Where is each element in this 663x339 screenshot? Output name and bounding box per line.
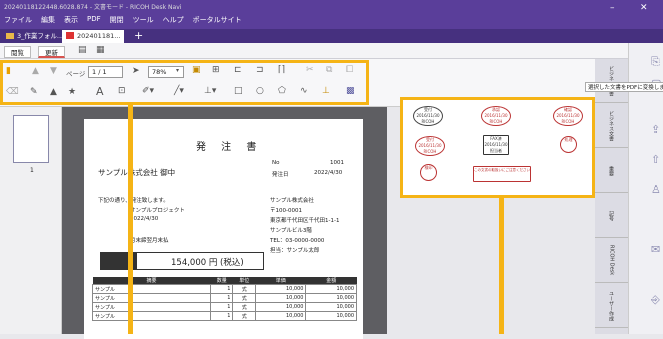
project-name: サンプルプロジェクト (130, 208, 185, 214)
cell-name: サンプル (92, 302, 211, 312)
cell-unit: 式 (232, 284, 256, 294)
order-no-label: No (272, 160, 280, 166)
stamp-category-tabs: ビジネス文書 ビジネス文書 重要 記号 RICOH Desk ユーザー作成 (595, 59, 628, 334)
stamp-processed[interactable]: 処理 (560, 136, 577, 153)
sender-postal: 〒100-0001 (270, 208, 302, 214)
mail-icon[interactable]: ✉ (651, 243, 660, 256)
cell-price: 10,000 (254, 293, 307, 303)
order-title: 発 注 書 (196, 142, 263, 153)
sender-company: サンプル株式会社 (270, 198, 314, 204)
tab-update[interactable]: 更新 (38, 46, 65, 58)
title-bar: 20240118122448.6028.874 - 文書モード - RICOH … (0, 0, 663, 29)
stamp-received[interactable]: 受付 2016/11/30 RICOH (415, 136, 445, 156)
add-tab-icon[interactable]: + (134, 29, 143, 42)
cell-price: 10,000 (254, 311, 307, 321)
menu-bar: ファイル 編集 表示 PDF 開閉 ツール ヘルプ ポータルサイト (4, 15, 242, 25)
callout-line (128, 105, 133, 334)
order-no-value: 1001 (330, 160, 344, 166)
sign-icon[interactable]: ♙ (651, 183, 661, 196)
cell-unit: 式 (232, 293, 256, 303)
close-icon[interactable]: ✕ (640, 3, 648, 13)
sender-building: サンプルビル3階 (270, 228, 312, 234)
due-date: 2022/4/30 (130, 216, 159, 222)
recipient-company: サンプル株式会社 御中 (98, 168, 176, 177)
document-viewer: 発 注 書 サンプル株式会社 御中 No 1001 発注日 2022/4/30 … (62, 107, 387, 339)
toolbar-highlight-box (0, 60, 369, 105)
column-header: 摘要 (92, 277, 211, 285)
document-tab-bar: 3_作業フォル... 202401181... + (0, 29, 663, 43)
stamp-received-date[interactable]: 受付 2016/11/30 RICOH (413, 106, 443, 126)
sender-tel: TEL：03-0000-0000 (270, 238, 325, 244)
cell-price: 10,000 (254, 302, 307, 312)
cell-price: 10,000 (254, 284, 307, 294)
folder-icon (6, 33, 14, 39)
stamp-confirmed[interactable]: 確認 2016/11/30 RICOH (553, 106, 583, 126)
menu-help[interactable]: ヘルプ (163, 15, 184, 25)
document-page: 発 注 書 サンプル株式会社 御中 No 1001 発注日 2022/4/30 … (84, 119, 363, 339)
cell-qty: 1 (209, 293, 234, 303)
window-title: 20240118122448.6028.874 - 文書モード - RICOH … (4, 4, 182, 11)
column-header: 単位 (232, 277, 256, 285)
minimize-icon[interactable]: – (610, 3, 615, 13)
stamp-inspection[interactable]: 検印 (420, 164, 437, 181)
cell-total: 10,000 (305, 293, 357, 303)
stamp-palette: 受付 2016/11/30 RICOH 承認 2016/11/30 RICOH … (400, 97, 595, 198)
pdf-icon (66, 32, 74, 39)
cell-total: 10,000 (305, 311, 357, 321)
menu-tools[interactable]: ツール (133, 15, 154, 25)
cell-unit: 式 (232, 311, 256, 321)
sender-person: 担当：サンプル太郎 (270, 248, 320, 254)
tab-view[interactable]: 閲覧 (4, 46, 31, 58)
stamp-approved[interactable]: 承認 2016/11/30 RICOH (481, 106, 511, 126)
cell-qty: 1 (209, 284, 234, 294)
column-header: 数量 (210, 277, 233, 285)
stamp-fax-sent[interactable]: FAX済 2016/11/30 担当者 (483, 135, 509, 155)
total-amount: 154,000 円 (税込) (171, 258, 244, 268)
sender-address: 東京都千代田区千代田1-1-1 (270, 218, 340, 224)
stamp-tab-ricoh[interactable]: RICOH Desk (595, 239, 628, 283)
payment-terms: 月末締翌月末払 (130, 238, 169, 244)
export-icon[interactable]: ⎆ (651, 293, 660, 307)
order-date-value: 2022/4/30 (314, 170, 343, 176)
menu-file[interactable]: ファイル (4, 15, 32, 25)
stamp-caution[interactable]: この文書の取扱いにご注意ください (473, 166, 531, 182)
stamp-tab-important[interactable]: 重要 (595, 149, 628, 193)
stamp-tab-user[interactable]: ユーザー作成 (595, 284, 628, 328)
cell-name: サンプル (92, 293, 211, 303)
column-header: 単価 (255, 277, 306, 285)
menu-view[interactable]: 表示 (64, 15, 78, 25)
cell-name: サンプル (92, 311, 211, 321)
cell-total: 10,000 (305, 302, 357, 312)
callout-line (499, 196, 504, 334)
cell-total: 10,000 (305, 284, 357, 294)
column-header: 金額 (305, 277, 357, 285)
thumbnail-page-number: 1 (30, 167, 34, 174)
menu-portal[interactable]: ポータルサイト (193, 15, 242, 25)
amount-box: 154,000 円 (税込) (100, 252, 264, 270)
intro-text: 下記の通り、発注致します。 (98, 198, 169, 204)
tab-pdf-document[interactable]: 202401181... (62, 30, 125, 43)
convert-pdf-tooltip: 選択した文書をPDFに変換します (585, 82, 663, 92)
thumbnail-sidebar: 1 (0, 107, 62, 334)
tab-folder[interactable]: 3_作業フォル... (2, 30, 67, 43)
grid-icon[interactable]: ▦ (96, 45, 105, 55)
page-thumbnail[interactable] (13, 115, 49, 163)
menu-open-close[interactable]: 開閉 (110, 15, 124, 25)
order-date-label: 発注日 (272, 172, 289, 178)
menu-edit[interactable]: 編集 (41, 15, 55, 25)
cell-qty: 1 (209, 311, 234, 321)
ribbon-tabs: 閲覧 更新 ▤ ▦ (0, 43, 628, 59)
save-icon[interactable]: ▤ (78, 45, 87, 55)
stamp-tab-symbol[interactable]: 記号 (595, 194, 628, 238)
share-icon[interactable]: ⇪ (651, 123, 660, 136)
stamp-tab-business-2[interactable]: ビジネス文書 (595, 104, 628, 148)
menu-pdf[interactable]: PDF (87, 15, 101, 25)
cell-qty: 1 (209, 302, 234, 312)
stamp-tab-business[interactable]: ビジネス文書 (595, 59, 628, 103)
pdf-convert-icon[interactable]: ⎘ (651, 55, 660, 69)
cell-unit: 式 (232, 302, 256, 312)
cell-name: サンプル (92, 284, 211, 294)
upload-icon[interactable]: ⇧ (651, 153, 660, 166)
